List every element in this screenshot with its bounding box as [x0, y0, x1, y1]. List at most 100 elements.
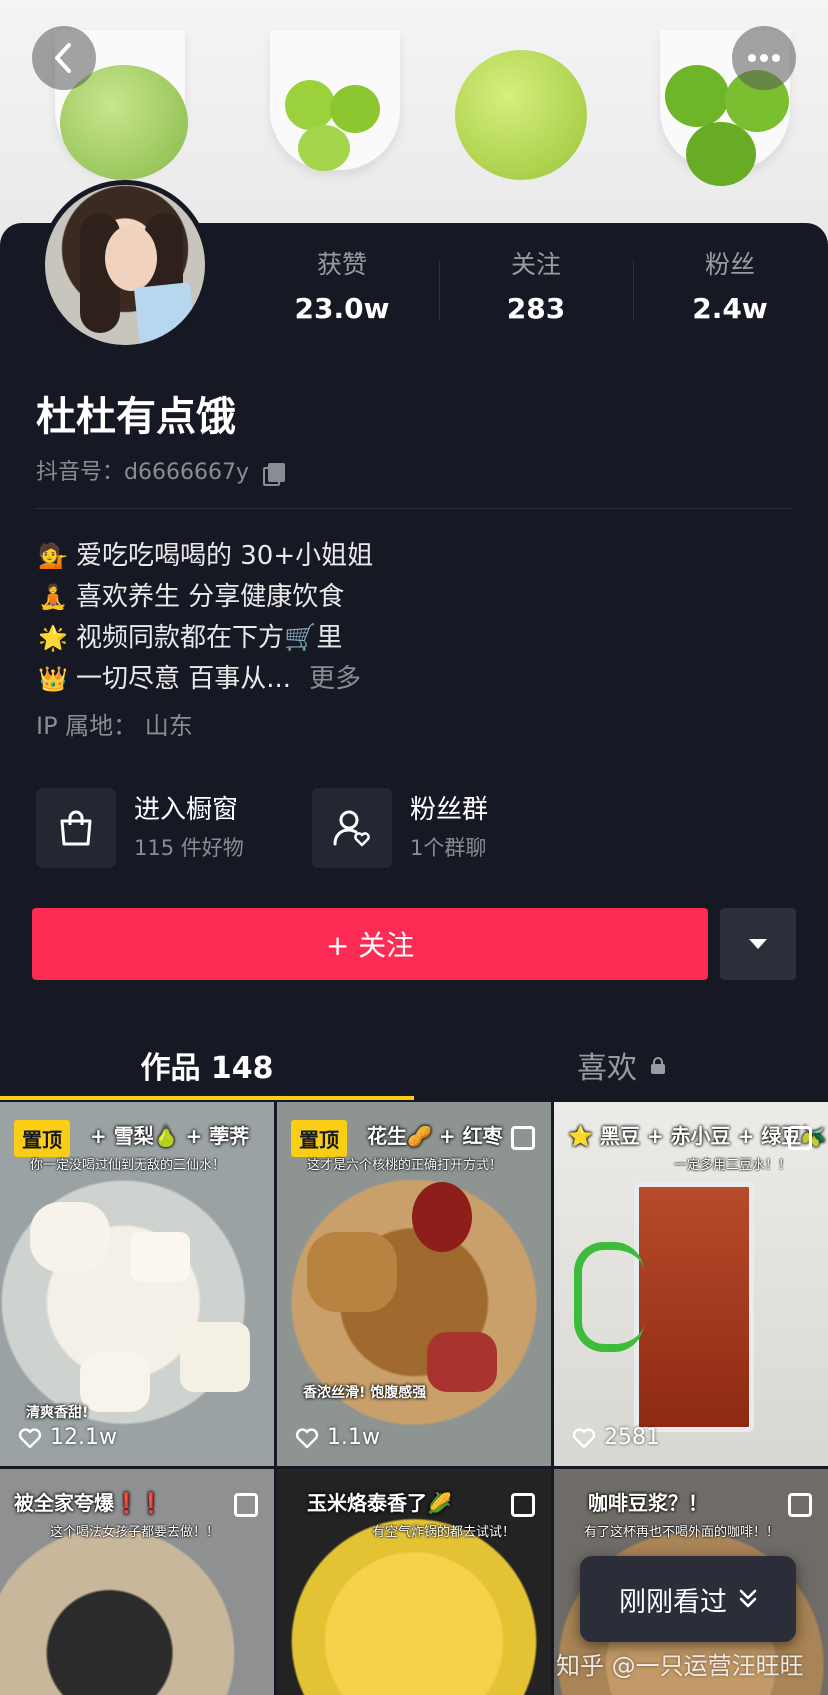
tab-underline: [0, 1096, 414, 1100]
avatar-book: [133, 282, 197, 345]
video-subcaption: 有空气炸锅的都去试试！: [372, 1525, 516, 1540]
video-subcaption: 你一定没喝过仙到无敌的三仙水！: [30, 1158, 226, 1173]
bio-text: 爱吃吃喝喝的 30+小姐姐: [76, 541, 374, 571]
video-caption: 玉米烙泰香了🌽: [307, 1491, 452, 1515]
glass-handle: [574, 1242, 644, 1352]
video-tile[interactable]: 玉米烙泰香了🌽 有空气炸锅的都去试试！: [277, 1469, 551, 1695]
cover-grape: [330, 85, 380, 133]
video-subcaption: 一定多用三豆水！！: [674, 1158, 792, 1173]
copy-icon[interactable]: [262, 463, 285, 486]
caret-down-icon: [749, 939, 767, 949]
douyin-id-row[interactable]: 抖音号：d6666667y: [36, 458, 285, 488]
back-button[interactable]: [32, 26, 96, 90]
profile-tabs: 作品 148 喜欢: [0, 1030, 828, 1100]
stats-row: 获赞 23.0w 关注 283 粉丝 2.4w: [245, 250, 828, 340]
stat-label: 关注: [510, 250, 561, 279]
video-tile[interactable]: 被全家夸爆❗❗ 这个喝法女孩子都要去做！！: [0, 1469, 274, 1695]
fans-entry-subtitle: 1个群聊: [410, 836, 487, 860]
double-chevron-down-icon: [739, 1589, 757, 1608]
yoga-icon: 🧘: [38, 583, 68, 611]
video-subcaption: 这才是六个核桃的正确打开方式！: [307, 1158, 503, 1173]
recently-viewed-button[interactable]: 刚刚看过: [580, 1556, 796, 1642]
stat-value: 2.4w: [692, 292, 768, 325]
multi-image-icon: [511, 1126, 535, 1150]
more-dots-icon: [748, 54, 780, 62]
pinned-badge: 置顶: [14, 1120, 70, 1157]
video-caption: 花生🥜 + 红枣: [367, 1124, 503, 1148]
lotus-slice: [30, 1202, 110, 1272]
stat-following[interactable]: 关注 283: [439, 250, 633, 340]
follow-button[interactable]: + 关注: [32, 908, 708, 980]
ip-location: IP 属地： 山东: [36, 712, 193, 740]
tab-likes-label: 喜欢: [577, 1051, 637, 1086]
cover-jujube: [686, 122, 756, 186]
video-overlay-text: 香浓丝滑! 饱腹感强: [303, 1385, 427, 1401]
tab-likes[interactable]: 喜欢: [414, 1030, 828, 1100]
shop-entry-subtitle: 115 件好物: [134, 836, 244, 860]
bio-text: 一切尽意 百事从...: [76, 664, 292, 694]
fans-entry-title: 粉丝群: [410, 795, 489, 825]
more-button[interactable]: [732, 26, 796, 90]
cover-jujube: [665, 65, 729, 127]
peanuts: [427, 1332, 497, 1392]
video-tile[interactable]: 置顶 花生🥜 + 红枣 这才是六个核桃的正确打开方式！ 香浓丝滑! 饱腹感强 1…: [277, 1102, 551, 1466]
cover-grape: [285, 80, 335, 130]
stat-value: 23.0w: [294, 292, 390, 325]
fan-group-icon: [333, 810, 370, 847]
shop-icon-box: [36, 788, 116, 868]
fan-group-entry[interactable]: 粉丝群 1个群聊: [312, 787, 488, 869]
video-likes: 12.1w: [18, 1425, 117, 1450]
video-likes-count: 2581: [604, 1425, 660, 1450]
heart-icon: [18, 1427, 42, 1448]
multi-image-icon: [234, 1493, 258, 1517]
video-subcaption: 有了这杯再也不喝外面的咖啡！！: [584, 1525, 780, 1540]
heart-icon: [572, 1427, 596, 1448]
bio-text: 喜欢养生 分享健康饮食: [76, 582, 345, 612]
recommend-dropdown-button[interactable]: [720, 908, 796, 980]
walnuts: [307, 1232, 397, 1312]
heart-icon: [295, 1427, 319, 1448]
video-likes-count: 1.1w: [327, 1425, 380, 1450]
video-likes: 1.1w: [295, 1425, 380, 1450]
bio-line: 👑 一切尽意 百事从... 更多: [36, 659, 373, 700]
nickname: 杜杜有点饿: [36, 394, 236, 440]
avatar[interactable]: [40, 180, 210, 350]
bio-more-link[interactable]: 更多: [309, 659, 361, 700]
video-tile[interactable]: 置顶 + 雪梨🍐 + 荸荠 你一定没喝过仙到无敌的三仙水！ 清爽香甜! 12.1…: [0, 1102, 274, 1466]
bio-text: 视频同款都在下方🛒里: [76, 623, 343, 653]
douyin-id-label: 抖音号：: [36, 460, 125, 485]
shop-window-entry[interactable]: 进入橱窗 115 件好物: [36, 787, 244, 869]
tab-works[interactable]: 作品 148: [0, 1030, 414, 1100]
cover-grape: [298, 125, 350, 171]
video-tile[interactable]: ⭐ 黑豆 + 赤小豆 + 绿豆🫒 一定多用三豆水！！ 2581: [554, 1102, 828, 1466]
stat-followers[interactable]: 粉丝 2.4w: [633, 250, 827, 340]
star-icon: 🌟: [38, 624, 68, 652]
douyin-id-value: d6666667y: [124, 460, 249, 485]
lock-icon: [651, 1057, 665, 1074]
bio-line: 🧘 喜欢养生 分享健康饮食: [36, 577, 373, 618]
bio-line: 🌟 视频同款都在下方🛒里: [36, 618, 373, 659]
person-tipping-hand-icon: 💁: [38, 542, 68, 570]
video-caption: 被全家夸爆❗❗: [14, 1491, 164, 1515]
stat-likes[interactable]: 获赞 23.0w: [245, 250, 439, 340]
video-likes-count: 12.1w: [50, 1425, 117, 1450]
stat-label: 粉丝: [704, 250, 755, 279]
multi-image-icon: [511, 1493, 535, 1517]
pear-chunk: [180, 1322, 250, 1392]
shopping-bag-icon: [60, 810, 92, 846]
shop-entry-title: 进入橱窗: [134, 795, 239, 825]
stat-label: 获赞: [316, 250, 367, 279]
video-overlay-text: 清爽香甜!: [26, 1405, 89, 1421]
stat-value: 283: [506, 292, 566, 325]
recently-viewed-label: 刚刚看过: [619, 1586, 727, 1618]
bio: 💁 爱吃吃喝喝的 30+小姐姐 🧘 喜欢养生 分享健康饮食 🌟 视频同款都在下方…: [36, 536, 373, 700]
divider: [36, 508, 792, 509]
cover-apple: [455, 50, 587, 180]
shop-entry-text: 进入橱窗 115 件好物: [134, 793, 244, 863]
crown-icon: 👑: [38, 665, 68, 693]
drink-glass: [634, 1182, 754, 1432]
video-caption: 咖啡豆浆？！: [588, 1491, 708, 1515]
multi-image-icon: [788, 1493, 812, 1517]
bio-line: 💁 爱吃吃喝喝的 30+小姐姐: [36, 536, 373, 577]
video-caption: + 雪梨🍐 + 荸荠: [90, 1124, 250, 1148]
